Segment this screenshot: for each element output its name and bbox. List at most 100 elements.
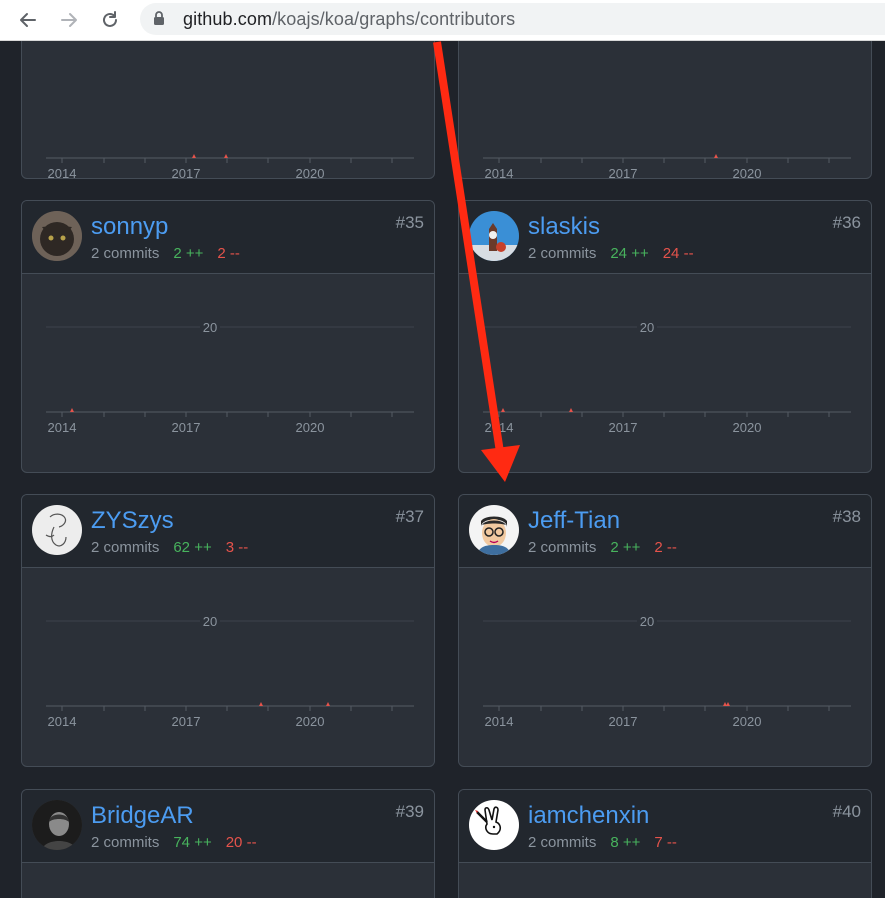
rank-badge: #39 — [395, 802, 424, 821]
contributors-grid: 2014 2017 2020 2014 2017 2020 sonnyp 2 commi… — [0, 41, 885, 898]
contributor-stats: 2 commits 24 ++ 24 -- — [528, 245, 694, 262]
contributor-card: BridgeAR 2 commits 74 ++ 20 -- #39 — [21, 789, 435, 898]
rank-badge: #38 — [832, 507, 861, 526]
axis-tick-label: 2017 — [609, 166, 638, 178]
commit-spike — [192, 154, 196, 158]
commit-spike — [726, 702, 730, 706]
axis-tick-label: 2020 — [296, 714, 325, 729]
axis-tick-label: 2014 — [48, 166, 77, 178]
axis-tick-label: 2014 — [485, 166, 514, 178]
avatar[interactable] — [469, 505, 519, 555]
browser-toolbar: github.com/koajs/koa/graphs/contributors — [0, 0, 885, 41]
axis-tick-label: 2020 — [733, 420, 762, 435]
contributor-card: ZYSzys 2 commits 62 ++ 3 -- #37 20 2014 2017… — [21, 494, 435, 767]
gridline-label: 20 — [203, 320, 217, 335]
reload-icon[interactable] — [97, 7, 123, 33]
axis-tick-label: 2020 — [296, 166, 325, 178]
commit-spike — [714, 154, 718, 158]
commits-link[interactable]: 2 commits — [528, 834, 596, 851]
rank-badge: #40 — [832, 802, 861, 821]
additions-count: 62 ++ — [173, 539, 212, 556]
additions-count: 74 ++ — [173, 834, 212, 851]
avatar[interactable] — [32, 505, 82, 555]
contribution-chart: 20 2014 2017 2020 — [22, 566, 434, 766]
contributor-card: Jeff-Tian 2 commits 2 ++ 2 -- #38 20 2014 20… — [458, 494, 872, 767]
axis-tick-label: 2017 — [609, 420, 638, 435]
back-arrow-icon[interactable] — [15, 7, 41, 33]
contributor-stats: 2 commits 2 ++ 2 -- — [91, 245, 240, 262]
axis-tick-label: 2020 — [733, 714, 762, 729]
commits-link[interactable]: 2 commits — [528, 245, 596, 262]
contributor-name-link[interactable]: iamchenxin — [528, 802, 649, 830]
gridline-label: 20 — [203, 614, 217, 629]
address-bar[interactable]: github.com/koajs/koa/graphs/contributors — [140, 3, 885, 35]
deletions-count: 2 -- — [217, 245, 240, 262]
avatar[interactable] — [469, 211, 519, 261]
avatar[interactable] — [32, 211, 82, 261]
card-header: ZYSzys 2 commits 62 ++ 3 -- #37 — [22, 495, 434, 568]
avatar[interactable] — [32, 800, 82, 850]
contributor-card-34: 2014 2017 2020 — [458, 41, 872, 179]
contributor-card: slaskis 2 commits 24 ++ 24 -- #36 20 2014 20… — [458, 200, 872, 473]
rank-badge: #37 — [395, 507, 424, 526]
contribution-chart: 20 2014 2017 2020 — [459, 272, 871, 472]
forward-arrow-icon[interactable] — [56, 7, 82, 33]
contribution-chart: 2014 2017 2020 — [459, 41, 871, 178]
rank-badge: #36 — [832, 213, 861, 232]
contributor-card: sonnyp 2 commits 2 ++ 2 -- #35 20 2014 2017 2… — [21, 200, 435, 473]
contribution-chart: 20 2014 2017 2020 — [459, 566, 871, 766]
axis-tick-label: 2017 — [172, 166, 201, 178]
avatar[interactable] — [469, 800, 519, 850]
deletions-count: 20 -- — [225, 834, 257, 851]
contributor-stats: 2 commits 62 ++ 3 -- — [91, 539, 248, 556]
contribution-chart: 20 2014 2017 2020 — [22, 272, 434, 472]
card-header: BridgeAR 2 commits 74 ++ 20 -- #39 — [22, 790, 434, 863]
contributor-name-link[interactable]: sonnyp — [91, 213, 168, 241]
commits-link[interactable]: 2 commits — [91, 245, 159, 262]
contribution-chart: 2014 2017 2020 — [22, 41, 434, 178]
additions-count: 24 ++ — [610, 245, 649, 262]
gridline-label: 20 — [640, 320, 654, 335]
axis-tick-label: 2020 — [733, 166, 762, 178]
lock-icon — [153, 11, 165, 31]
contributor-stats: 2 commits 74 ++ 20 -- — [91, 834, 257, 851]
axis-tick-label: 2017 — [609, 714, 638, 729]
additions-count: 2 ++ — [173, 245, 204, 262]
contributor-stats: 2 commits 2 ++ 2 -- — [528, 539, 677, 556]
contributor-name-link[interactable]: slaskis — [528, 213, 600, 241]
deletions-count: 7 -- — [654, 834, 677, 851]
contributor-stats: 2 commits 8 ++ 7 -- — [528, 834, 677, 851]
additions-count: 2 ++ — [610, 539, 641, 556]
url-text: github.com/koajs/koa/graphs/contributors — [183, 9, 516, 29]
additions-count: 8 ++ — [610, 834, 641, 851]
axis-tick-label: 2014 — [485, 714, 514, 729]
card-header: iamchenxin 2 commits 8 ++ 7 -- #40 — [459, 790, 871, 863]
contributor-card-33: 2014 2017 2020 — [21, 41, 435, 179]
commit-spike — [70, 408, 74, 412]
card-header: slaskis 2 commits 24 ++ 24 -- #36 — [459, 201, 871, 274]
commit-spike — [501, 408, 505, 412]
contributor-name-link[interactable]: Jeff-Tian — [528, 507, 620, 535]
contributor-name-link[interactable]: BridgeAR — [91, 802, 194, 830]
axis-tick-label: 2014 — [48, 420, 77, 435]
commits-link[interactable]: 2 commits — [91, 539, 159, 556]
rank-badge: #35 — [395, 213, 424, 232]
contributor-name-link[interactable]: ZYSzys — [91, 507, 174, 535]
commits-link[interactable]: 2 commits — [528, 539, 596, 556]
axis-tick-label: 2017 — [172, 420, 201, 435]
axis-tick-label: 2020 — [296, 420, 325, 435]
commit-spike — [326, 702, 330, 706]
commit-spike — [224, 154, 228, 158]
card-header: Jeff-Tian 2 commits 2 ++ 2 -- #38 — [459, 495, 871, 568]
axis-tick-label: 2014 — [485, 420, 514, 435]
contributor-card: iamchenxin 2 commits 8 ++ 7 -- #40 — [458, 789, 872, 898]
deletions-count: 24 -- — [662, 245, 694, 262]
commit-spike — [569, 408, 573, 412]
axis-tick-label: 2017 — [172, 714, 201, 729]
commits-link[interactable]: 2 commits — [91, 834, 159, 851]
axis-tick-label: 2014 — [48, 714, 77, 729]
card-header: sonnyp 2 commits 2 ++ 2 -- #35 — [22, 201, 434, 274]
deletions-count: 2 -- — [654, 539, 677, 556]
gridline-label: 20 — [640, 614, 654, 629]
commit-spike — [259, 702, 263, 706]
